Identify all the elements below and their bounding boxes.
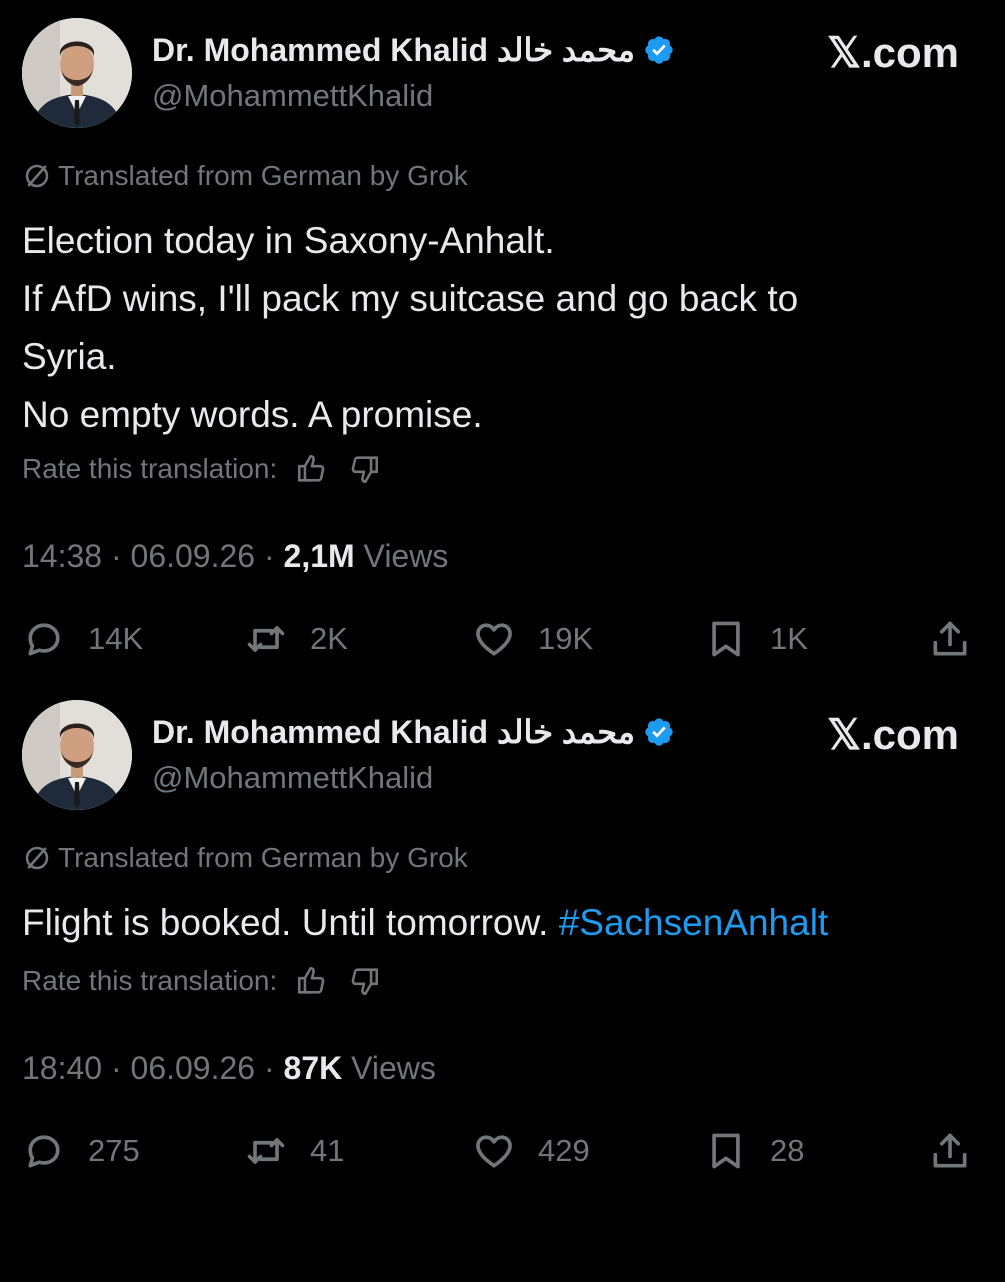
tweet-time[interactable]: 14:38 bbox=[22, 538, 102, 574]
tweet-date[interactable]: 06.09.26 bbox=[131, 538, 256, 574]
globe-slash-icon bbox=[25, 164, 49, 188]
avatar[interactable] bbox=[22, 700, 132, 810]
globe-slash-icon bbox=[25, 846, 49, 870]
bookmark-button[interactable]: 1K bbox=[704, 614, 808, 664]
tweet-text-line: Flight is booked. Until tomorrow. #Sachs… bbox=[22, 894, 982, 952]
reply-button[interactable]: 14K bbox=[22, 614, 143, 664]
rate-translation: Rate this translation: bbox=[22, 964, 381, 998]
thumbs-down-icon[interactable] bbox=[347, 452, 381, 486]
bookmark-count: 1K bbox=[770, 621, 808, 656]
tweet: Dr. Mohammed Khalid محمد خالد @Mohammett… bbox=[0, 0, 1005, 657]
tweet-date[interactable]: 06.09.26 bbox=[131, 1050, 256, 1086]
author-handle[interactable]: @MohammettKhalid bbox=[152, 760, 433, 796]
thumbs-up-icon[interactable] bbox=[295, 964, 329, 998]
author-name-row[interactable]: Dr. Mohammed Khalid محمد خالد bbox=[152, 712, 675, 752]
bookmark-button[interactable]: 28 bbox=[704, 1126, 804, 1176]
brand-mark: 𝕏.com bbox=[827, 29, 959, 76]
views-count: 87K bbox=[283, 1050, 343, 1086]
views-count: 2,1M bbox=[283, 538, 355, 574]
verified-badge-icon bbox=[645, 718, 673, 746]
like-icon bbox=[476, 623, 512, 656]
like-button[interactable]: 19K bbox=[472, 614, 593, 664]
rate-translation-label: Rate this translation: bbox=[22, 965, 278, 996]
author-name[interactable]: Dr. Mohammed Khalid محمد خالد bbox=[152, 713, 635, 751]
bookmark-count: 28 bbox=[770, 1133, 805, 1168]
thumbs-up-icon[interactable] bbox=[295, 452, 329, 486]
action-bar: 275 41 429 28 bbox=[22, 1126, 982, 1176]
translation-note-text: Translated from German by Grok bbox=[58, 160, 468, 191]
bookmark-icon bbox=[712, 1133, 740, 1169]
brand-mark: 𝕏.com bbox=[827, 711, 959, 758]
tweet-text-line: If AfD wins, I'll pack my suitcase and g… bbox=[22, 278, 799, 319]
reply-icon bbox=[28, 623, 60, 656]
reply-button[interactable]: 275 bbox=[22, 1126, 140, 1176]
repost-button[interactable]: 2K bbox=[244, 614, 348, 664]
like-icon bbox=[476, 1135, 512, 1168]
share-button[interactable] bbox=[928, 1126, 972, 1176]
repost-icon bbox=[247, 626, 285, 652]
translation-note-text: Translated from German by Grok bbox=[58, 842, 468, 873]
share-icon bbox=[933, 621, 967, 656]
hashtag-link[interactable]: #SachsenAnhalt bbox=[559, 902, 828, 943]
tweet-text-main: Flight is booked. Until tomorrow. bbox=[22, 902, 559, 943]
translation-note: Translated from German by Grok bbox=[22, 160, 468, 192]
action-bar: 14K 2K 19K 1K bbox=[22, 614, 982, 664]
translation-note: Translated from German by Grok bbox=[22, 842, 468, 874]
repost-count: 2K bbox=[310, 621, 348, 656]
share-icon bbox=[933, 1133, 967, 1168]
tweet-text-line: No empty words. A promise. bbox=[22, 394, 483, 435]
author-name[interactable]: Dr. Mohammed Khalid محمد خالد bbox=[152, 31, 635, 69]
tweet-text-line: Election today in Saxony-Anhalt. bbox=[22, 220, 555, 261]
bookmark-icon bbox=[712, 621, 740, 657]
tweet-text-line: Syria. bbox=[22, 336, 117, 377]
rate-translation: Rate this translation: bbox=[22, 452, 381, 486]
author-name-row[interactable]: Dr. Mohammed Khalid محمد خالد bbox=[152, 30, 675, 70]
views-label: Views bbox=[363, 538, 449, 574]
reply-count: 275 bbox=[88, 1133, 140, 1168]
avatar[interactable] bbox=[22, 18, 132, 128]
tweet-meta: 14:38 · 06.09.26 · 2,1M Views bbox=[22, 538, 449, 574]
repost-button[interactable]: 41 bbox=[244, 1126, 344, 1176]
like-button[interactable]: 429 bbox=[472, 1126, 590, 1176]
like-count: 429 bbox=[538, 1133, 590, 1168]
tweet-text: Election today in Saxony-Anhalt. If AfD … bbox=[22, 212, 982, 444]
rate-translation-label: Rate this translation: bbox=[22, 453, 278, 484]
reply-count: 14K bbox=[88, 621, 144, 656]
tweet-text: Flight is booked. Until tomorrow. #Sachs… bbox=[22, 894, 982, 952]
share-button[interactable] bbox=[928, 614, 972, 664]
like-count: 19K bbox=[538, 621, 594, 656]
reply-icon bbox=[28, 1135, 60, 1168]
tweet-time[interactable]: 18:40 bbox=[22, 1050, 102, 1086]
tweet: Dr. Mohammed Khalid محمد خالد @Mohammett… bbox=[0, 682, 1005, 1282]
verified-badge-icon bbox=[645, 36, 673, 64]
repost-icon bbox=[247, 1138, 285, 1164]
tweet-meta: 18:40 · 06.09.26 · 87K Views bbox=[22, 1050, 436, 1086]
thumbs-down-icon[interactable] bbox=[347, 964, 381, 998]
repost-count: 41 bbox=[310, 1133, 345, 1168]
author-handle[interactable]: @MohammettKhalid bbox=[152, 78, 433, 114]
views-label: Views bbox=[351, 1050, 436, 1086]
